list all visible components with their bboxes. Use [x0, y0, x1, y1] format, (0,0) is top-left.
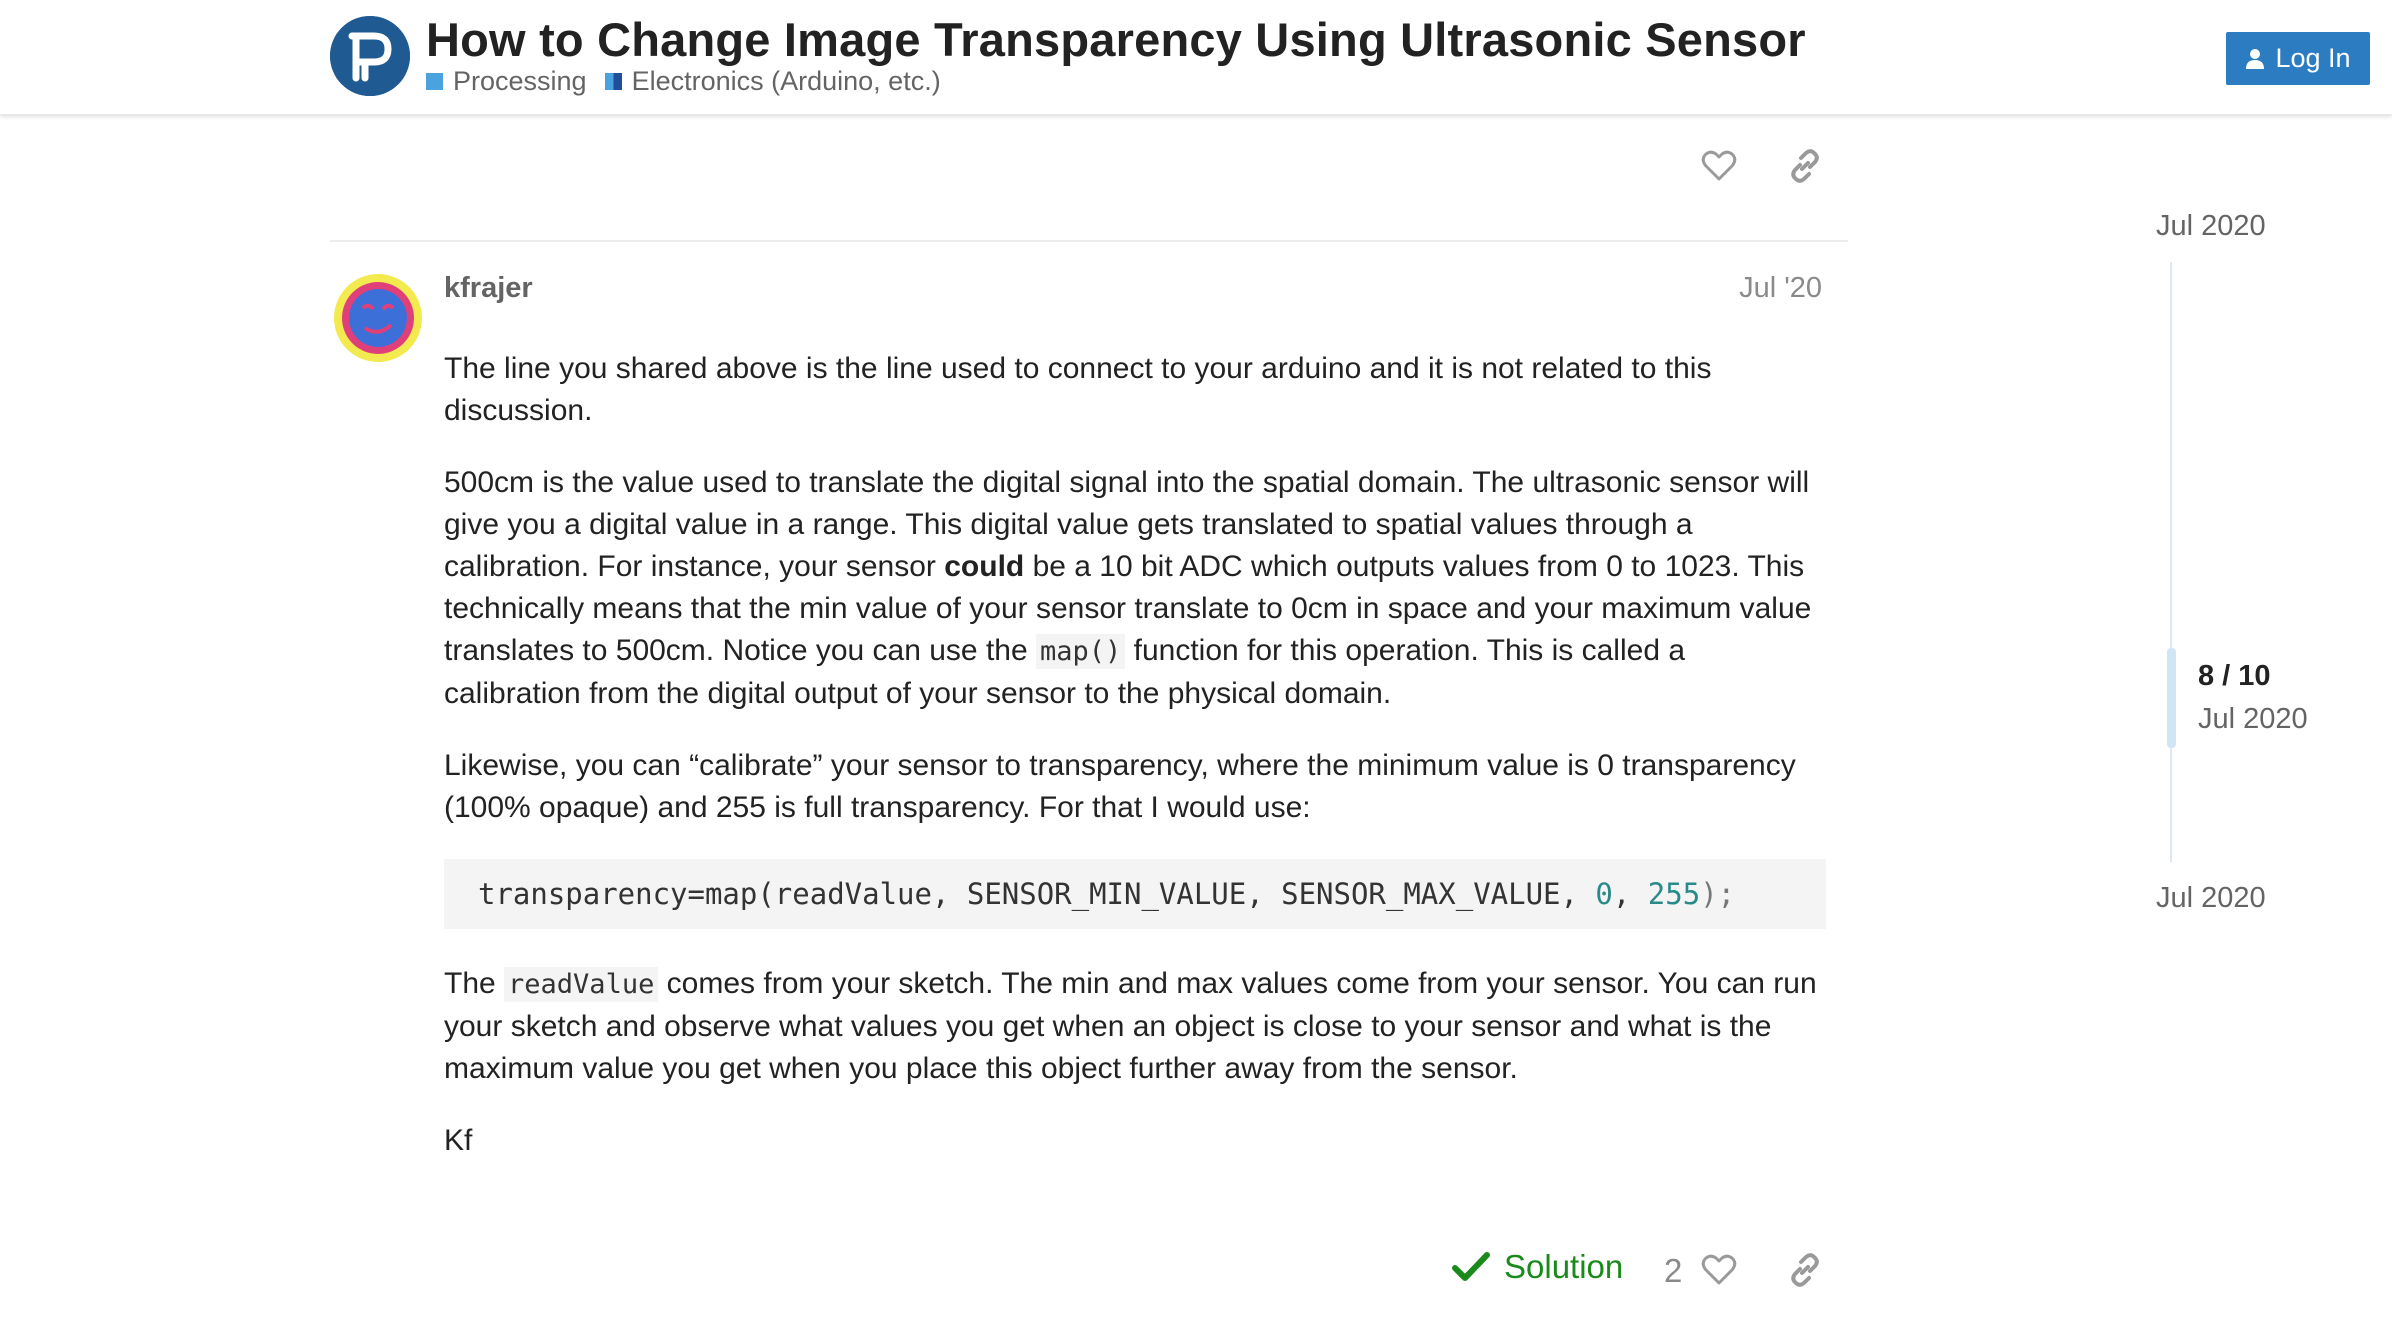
inline-code: readValue: [504, 967, 659, 1002]
timeline-start-date[interactable]: Jul 2020: [2156, 210, 2266, 243]
category-color-swatch: [426, 73, 443, 90]
link-icon: [1791, 1253, 1819, 1287]
post-divider: [330, 240, 1848, 242]
solution-label: Solution: [1504, 1248, 1624, 1285]
code-number: 255: [1647, 877, 1701, 911]
category-processing[interactable]: Processing: [426, 66, 587, 97]
post-signature: Kf: [444, 1124, 473, 1157]
category-color-swatch: [604, 73, 622, 90]
share-link-button[interactable]: [1783, 1248, 1827, 1292]
heart-icon: [1701, 1254, 1737, 1285]
processing-logo[interactable]: [330, 16, 410, 96]
post-body: The line you shared above is the line us…: [444, 348, 1826, 1192]
timeline-end-date[interactable]: Jul 2020: [2156, 882, 2266, 915]
code-text: ,: [1612, 877, 1648, 911]
category-label: Processing: [453, 66, 587, 96]
inline-code: map(): [1036, 634, 1126, 669]
login-label: Log In: [2275, 43, 2351, 73]
post-author[interactable]: kfrajer: [444, 272, 533, 305]
text-span: The: [444, 967, 505, 1000]
check-icon: [1452, 1252, 1490, 1281]
solution-badge[interactable]: Solution: [1452, 1248, 1623, 1286]
avatar[interactable]: [333, 273, 423, 363]
code-number: 0: [1595, 877, 1613, 911]
post-paragraph: The readValue comes from your sketch. Th…: [444, 963, 1826, 1090]
post-paragraph: Likewise, you can “calibrate” your senso…: [444, 749, 1796, 824]
login-button[interactable]: Log In: [2226, 32, 2370, 85]
bold-text: could: [944, 550, 1025, 583]
timeline-track: [2170, 262, 2172, 862]
like-button[interactable]: [1697, 1248, 1741, 1292]
user-icon: [2246, 48, 2265, 69]
code-text: );: [1700, 877, 1736, 911]
timeline-handle[interactable]: [2167, 648, 2176, 748]
code-block: transparency=map(readValue, SENSOR_MIN_V…: [444, 859, 1826, 929]
heart-icon: [1701, 150, 1737, 181]
share-link-button-top[interactable]: [1783, 144, 1827, 188]
post-paragraph: 500cm is the value used to translate the…: [444, 462, 1826, 715]
post-paragraph: The line you shared above is the line us…: [444, 352, 1712, 427]
post-date[interactable]: Jul '20: [1700, 272, 1822, 305]
page-title[interactable]: How to Change Image Transparency Using U…: [426, 12, 1806, 67]
category-list: Processing Electronics (Arduino, etc.): [426, 66, 959, 97]
timeline-position-date: Jul 2020: [2198, 703, 2308, 735]
like-count[interactable]: 2: [1664, 1252, 1682, 1290]
like-button-top[interactable]: [1697, 144, 1741, 188]
code-text: transparency=map(readValue, SENSOR_MIN_V…: [478, 877, 1596, 911]
site-header: How to Change Image Transparency Using U…: [0, 0, 2392, 115]
timeline-position: 8 / 10: [2198, 660, 2271, 692]
category-electronics[interactable]: Electronics (Arduino, etc.): [604, 66, 941, 97]
category-label: Electronics (Arduino, etc.): [631, 66, 941, 96]
link-icon: [1791, 149, 1819, 183]
